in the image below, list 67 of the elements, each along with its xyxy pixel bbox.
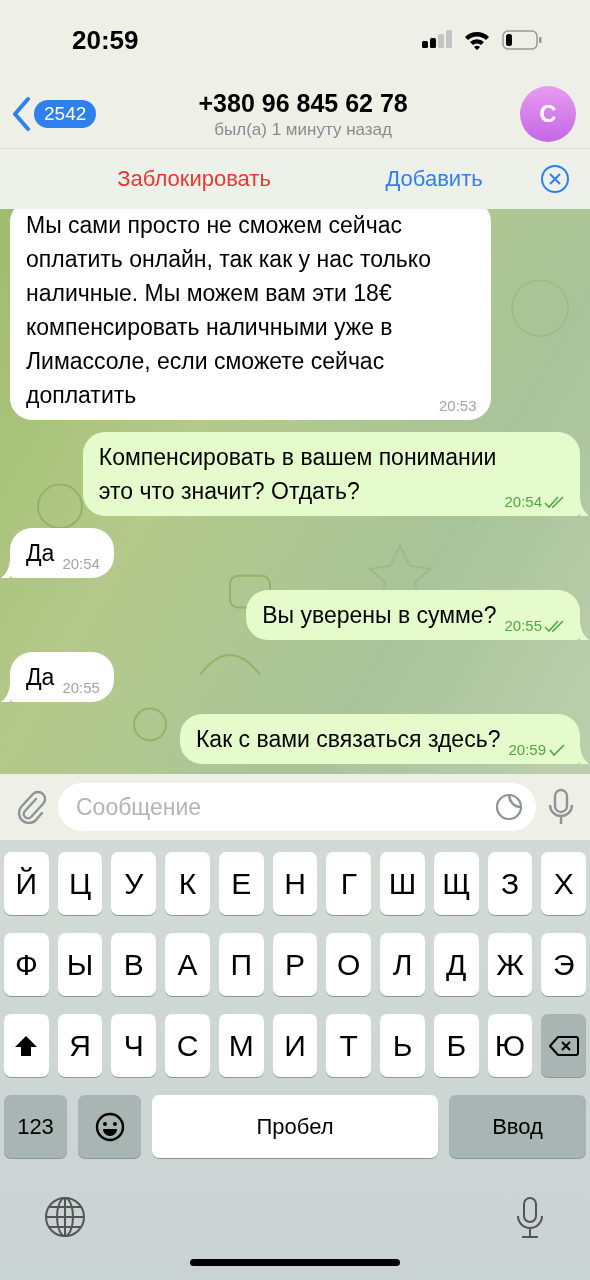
message-time: 20:54	[504, 493, 542, 510]
signal-icon	[422, 30, 452, 50]
message-text: Да	[26, 663, 55, 692]
chat-title: +380 96 845 62 78	[198, 88, 408, 118]
letter-key[interactable]: З	[487, 852, 533, 915]
backspace-icon	[548, 1034, 579, 1057]
shift-icon	[14, 1034, 39, 1057]
message-text: Компенсировать в вашем понимании это что значит? Отдать?	[98, 443, 497, 506]
letter-key[interactable]: Д	[433, 933, 479, 996]
wifi-icon	[464, 30, 490, 50]
letter-key[interactable]: Г	[326, 852, 372, 915]
letter-key[interactable]: Э	[541, 933, 587, 996]
letter-key[interactable]: С	[165, 1014, 210, 1077]
letter-key[interactable]: Т	[326, 1014, 372, 1077]
message-time: 20:59	[508, 741, 546, 758]
letter-key[interactable]: К	[165, 852, 210, 915]
message-field[interactable]: Сообщение	[58, 783, 536, 831]
message-text: Вы уверены в сумме?	[262, 601, 497, 630]
letter-key[interactable]: Ь	[380, 1014, 425, 1077]
letter-key[interactable]: У	[111, 852, 157, 915]
letter-key[interactable]: Е	[218, 852, 264, 915]
battery-icon	[502, 30, 542, 50]
letter-key[interactable]: Ы	[57, 933, 103, 996]
letter-key[interactable]: Ш	[380, 852, 425, 915]
letter-key[interactable]: Р	[272, 933, 318, 996]
letter-key[interactable]: Ф	[4, 933, 49, 996]
last-seen: был(а) 1 минуту назад	[214, 119, 392, 140]
letter-key[interactable]: И	[272, 1014, 318, 1077]
smiley-icon	[94, 1111, 125, 1142]
sticker-icon[interactable]	[494, 792, 524, 822]
block-link[interactable]: Заблокировать	[117, 166, 271, 192]
numbers-key[interactable]: 123	[4, 1095, 67, 1158]
letter-key[interactable]: М	[218, 1014, 264, 1077]
dictation-icon[interactable]	[514, 1196, 546, 1240]
return-key[interactable]: Ввод	[449, 1095, 586, 1158]
letter-key[interactable]: Я	[57, 1014, 103, 1077]
space-key[interactable]: Пробел	[152, 1095, 438, 1158]
message-time: 20:54	[62, 555, 100, 572]
message-time: 20:55	[62, 679, 100, 696]
emoji-key[interactable]	[78, 1095, 141, 1158]
microphone-icon[interactable]	[546, 788, 576, 826]
unread-count[interactable]: 2542	[34, 100, 97, 128]
delete-key[interactable]	[541, 1014, 587, 1077]
globe-icon[interactable]	[44, 1196, 86, 1238]
back-icon[interactable]	[12, 97, 32, 131]
letter-key[interactable]: Х	[541, 852, 587, 915]
letter-key[interactable]: П	[218, 933, 264, 996]
message-text: Мы сами просто не сможем сейчас оплатить онлайн, так как у нас только наличные. Мы можем вам эти 18€ компенсировать наличными уже в Лимассоле, если сможете сейчас доплатить	[26, 211, 431, 410]
letter-key[interactable]: Б	[433, 1014, 479, 1077]
letter-key[interactable]: А	[165, 933, 210, 996]
message-text: Да	[26, 539, 55, 568]
status-time: 20:59	[72, 24, 139, 56]
close-icon[interactable]	[540, 164, 570, 194]
shift-key[interactable]	[4, 1014, 49, 1077]
letter-key[interactable]: Ю	[487, 1014, 533, 1077]
message-text: Как с вами связаться здесь?	[195, 725, 501, 754]
letter-key[interactable]: Ц	[57, 852, 103, 915]
letter-key[interactable]: Н	[272, 852, 318, 915]
letter-key[interactable]: В	[111, 933, 157, 996]
letter-key[interactable]: О	[326, 933, 372, 996]
letter-key[interactable]: Ч	[111, 1014, 157, 1077]
message-time: 20:55	[504, 617, 542, 634]
message-time: 20:53	[438, 397, 477, 414]
letter-key[interactable]: Ж	[487, 933, 533, 996]
letter-key[interactable]: Щ	[433, 852, 479, 915]
letter-key[interactable]: Л	[380, 933, 425, 996]
letter-key[interactable]: Й	[4, 852, 49, 915]
